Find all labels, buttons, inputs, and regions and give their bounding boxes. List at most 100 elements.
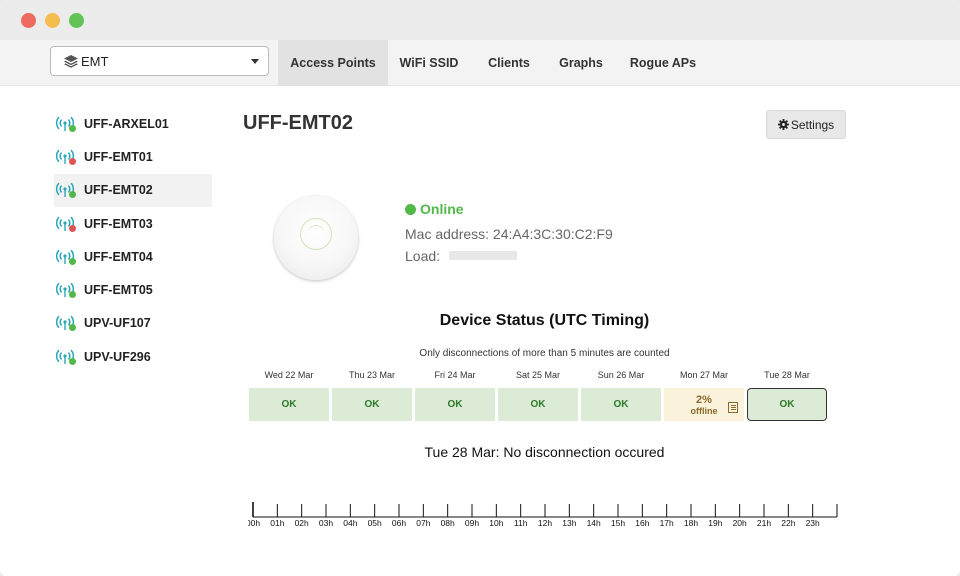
wifi-antenna-icon xyxy=(55,148,78,166)
timeline-hour-label: 11h xyxy=(514,518,528,528)
sidebar-item-access-point[interactable]: UFF-ARXEL01 xyxy=(54,107,212,140)
day-status-value: OK xyxy=(447,399,463,410)
sidebar-item-access-point[interactable]: UFF-EMT01 xyxy=(54,140,212,173)
layers-icon xyxy=(64,55,78,68)
timeline-hour-label: 17h xyxy=(660,518,674,528)
site-select[interactable]: EMT xyxy=(50,46,269,76)
access-point-image xyxy=(274,196,358,280)
sidebar-item-access-point[interactable]: UPV-UF296 xyxy=(54,340,212,373)
day-status-value: OK xyxy=(281,399,297,410)
close-window-button[interactable] xyxy=(21,13,36,28)
settings-button[interactable]: Settings xyxy=(766,110,846,139)
timeline-hour-label: 03h xyxy=(319,518,333,528)
mac-address: Mac address: 24:A4:3C:30:C2:F9 xyxy=(405,226,613,242)
timeline-hour-label: 04h xyxy=(343,518,357,528)
tab-graphs[interactable]: Graphs xyxy=(548,40,614,86)
status-dot-icon xyxy=(69,357,76,365)
minimize-window-button[interactable] xyxy=(45,13,60,28)
sidebar-item-access-point[interactable]: UFF-EMT03 xyxy=(54,207,212,240)
day-status-value: OK xyxy=(364,399,380,410)
sidebar-item-label: UFF-ARXEL01 xyxy=(84,116,169,131)
day-label: Mon 27 Mar xyxy=(679,370,729,380)
status-dot-icon xyxy=(405,203,416,215)
day-status-box[interactable]: OK xyxy=(249,388,329,421)
timeline-hour-label: 14h xyxy=(587,518,601,528)
sidebar-item-label: UPV-UF296 xyxy=(84,349,151,364)
wifi-antenna-icon xyxy=(55,181,78,199)
site-select-value: EMT xyxy=(81,53,109,69)
timeline-hour-label: 05h xyxy=(368,518,382,528)
page-title: UFF-EMT02 xyxy=(243,112,353,134)
sidebar-item-label: UPV-UF107 xyxy=(84,316,151,331)
timeline-hour-label: 08h xyxy=(441,518,455,528)
day-label: Sun 26 Mar xyxy=(597,370,645,380)
timeline-hour-label: 16h xyxy=(635,518,649,528)
list-icon[interactable] xyxy=(728,402,738,413)
day-status-value: OK xyxy=(530,399,546,410)
timeline-hour-label: 02h xyxy=(295,518,309,528)
day-label: Fri 24 Mar xyxy=(434,370,476,380)
day-status-box[interactable]: OK xyxy=(747,388,827,421)
status-dot-icon xyxy=(69,124,76,132)
status-dot-icon xyxy=(69,257,76,265)
hour-timeline: 00h 01h 02h 03h 04h 05h 06h 07h 08h 09h 10h 11h 12h 1… xyxy=(248,502,838,528)
day-status-box[interactable]: OK xyxy=(498,388,578,421)
settings-label: Settings xyxy=(790,117,835,132)
timeline-hour-label: 18h xyxy=(684,518,698,528)
sidebar-item-label: UFF-EMT02 xyxy=(84,183,153,198)
sidebar-item-label: UFF-EMT05 xyxy=(84,283,153,298)
disconnection-message: Tue 28 Mar: No disconnection occured xyxy=(424,444,665,460)
status-text: Online xyxy=(420,201,464,217)
wifi-antenna-icon xyxy=(55,314,78,332)
sidebar-item-access-point[interactable]: UFF-EMT05 xyxy=(54,273,212,306)
day-status-note: offline xyxy=(690,405,718,416)
timeline-hour-label: 01h xyxy=(270,518,284,528)
timeline-hour-label: 13h xyxy=(562,518,576,528)
device-status-title: Device Status (UTC Timing) xyxy=(439,312,650,329)
top-navbar: EMT Access Points WiFi SSID Clients Grap… xyxy=(0,40,960,86)
timeline-hour-label: 10h xyxy=(489,518,503,528)
sidebar-item-access-point[interactable]: UPV-UF107 xyxy=(54,307,212,340)
timeline-hour-label: 12h xyxy=(538,518,552,528)
day-label: Sat 25 Mar xyxy=(515,370,561,380)
tab-wifi-ssid[interactable]: WiFi SSID xyxy=(388,40,470,86)
timeline-hour-label: 22h xyxy=(781,518,795,528)
day-label: Wed 22 Mar xyxy=(264,370,314,380)
access-point-list: UFF-ARXEL01 UFF-EMT01 UFF-EMT02 UFF-EMT03 UF… xyxy=(54,107,212,373)
day-status-value: OK xyxy=(779,399,795,410)
timeline-hour-label: 15h xyxy=(611,518,625,528)
sidebar-item-access-point[interactable]: UFF-EMT02 xyxy=(54,173,212,207)
timeline-hour-label: 07h xyxy=(416,518,430,528)
chevron-down-icon xyxy=(251,59,259,64)
sidebar-item-label: UFF-EMT03 xyxy=(84,216,153,231)
gear-icon xyxy=(777,119,789,130)
tab-access-points[interactable]: Access Points xyxy=(278,40,388,86)
day-label: Thu 23 Mar xyxy=(348,370,396,380)
day-label: Tue 28 Mar xyxy=(764,370,810,380)
timeline-hour-label: 00h xyxy=(248,518,260,528)
timeline-hour-label: 19h xyxy=(708,518,722,528)
sidebar-item-label: UFF-EMT04 xyxy=(84,249,153,264)
wifi-antenna-icon xyxy=(55,348,78,366)
device-led-arc xyxy=(307,225,325,243)
day-status-box[interactable]: OK xyxy=(332,388,412,421)
sidebar-item-access-point[interactable]: UFF-EMT04 xyxy=(54,240,212,273)
timeline-hour-label: 20h xyxy=(733,518,747,528)
day-status-box[interactable]: OK xyxy=(581,388,661,421)
status-dot-icon xyxy=(69,224,76,232)
maximize-window-button[interactable] xyxy=(69,13,84,28)
tab-clients[interactable]: Clients xyxy=(476,40,542,86)
day-status-value: 2% xyxy=(696,393,712,406)
device-status-subtitle: Only disconnections of more than 5 minut… xyxy=(419,348,670,359)
day-status-box[interactable]: OK xyxy=(415,388,495,421)
wifi-antenna-icon xyxy=(55,215,78,233)
timeline-hour-label: 09h xyxy=(465,518,479,528)
wifi-antenna-icon xyxy=(55,115,78,133)
timeline-hour-label: 21h xyxy=(757,518,771,528)
status-badge: Online xyxy=(405,201,464,217)
tab-rogue-aps[interactable]: Rogue APs xyxy=(620,40,706,86)
wifi-antenna-icon xyxy=(55,281,78,299)
day-status-box[interactable]: 2% offline xyxy=(664,388,744,421)
title-bar xyxy=(0,0,960,40)
sidebar-item-label: UFF-EMT01 xyxy=(84,149,153,164)
